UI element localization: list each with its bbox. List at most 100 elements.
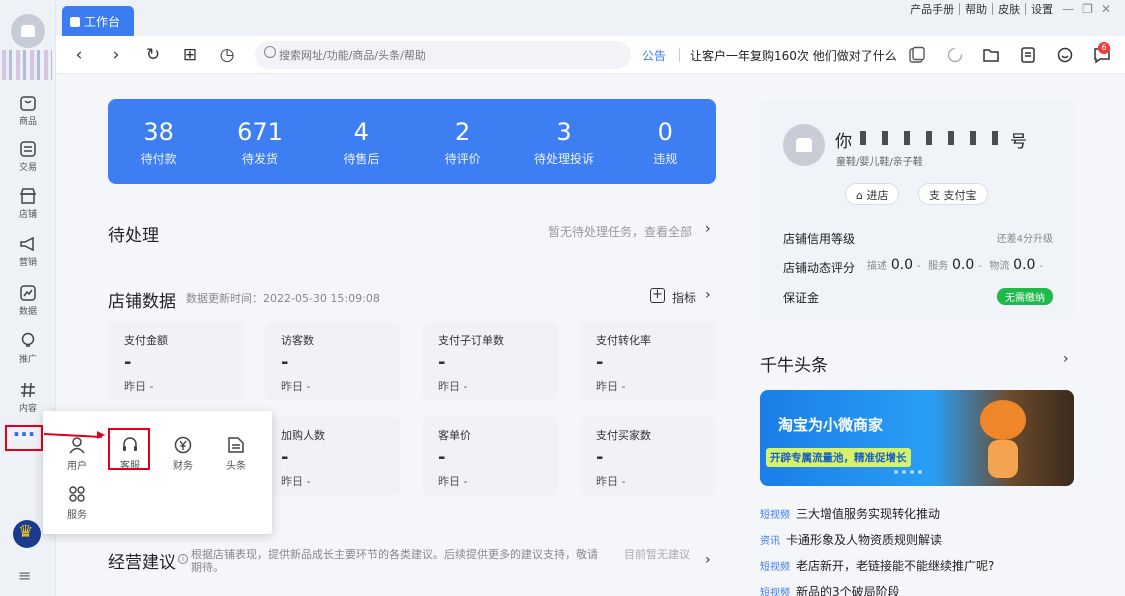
news-item[interactable]: 短视频 老店新开，老链接能不能继续推广呢? [760, 557, 994, 574]
chevron-right-icon[interactable]: › [705, 552, 711, 568]
document-icon[interactable] [1019, 46, 1037, 64]
forward-icon[interactable]: › [106, 45, 126, 65]
sidebar-item-label: 店铺 [18, 210, 37, 220]
skin-link[interactable]: 皮肤 [993, 1, 1025, 17]
sidebar-item-product[interactable]: 商品 [0, 94, 56, 127]
crown-icon[interactable] [13, 520, 41, 548]
metric-card[interactable]: 支付买家数 - 昨日 - [580, 417, 716, 495]
more-popup-menu: 用户 客服 财务 头条 服务 [43, 411, 272, 534]
minimize-icon[interactable]: — [1058, 2, 1078, 16]
smiley-icon[interactable] [1056, 46, 1074, 64]
chevron-right-icon[interactable]: › [705, 221, 711, 237]
search-input[interactable] [255, 41, 631, 69]
back-icon[interactable]: ‹ [69, 45, 89, 65]
advice-title: 经营建议 [108, 553, 176, 573]
folder-icon[interactable] [982, 46, 1000, 64]
settings-link[interactable]: 设置 [1026, 1, 1058, 17]
metric-card[interactable]: 支付金额 - 昨日 - [108, 322, 244, 400]
chevron-right-icon[interactable]: › [1063, 351, 1069, 367]
popup-item-user[interactable]: 用户 [57, 435, 97, 472]
announcement-tag[interactable]: 公告 [642, 47, 666, 64]
sidebar-item-data[interactable]: 数据 [0, 284, 56, 317]
history-clock-icon[interactable]: ◷ [217, 45, 237, 65]
sidebar-item-label: 内容 [18, 404, 37, 414]
stat-violations[interactable]: 0 违规 [615, 99, 716, 184]
sidebar-item-content[interactable]: 内容 [0, 381, 56, 414]
carousel-dots[interactable] [894, 470, 922, 474]
popup-item-service[interactable]: 服务 [57, 484, 97, 521]
help-link[interactable]: 帮助 [960, 1, 992, 17]
metric-card[interactable]: 加购人数 - 昨日 - [265, 417, 401, 495]
bulb-icon [19, 332, 37, 350]
user-avatar[interactable] [11, 14, 45, 48]
shop-info-panel: 你号 童鞋/婴儿鞋/亲子鞋 ⌂ 进店 支 支付宝 店铺信用等级 还差4分升级 店… [760, 99, 1074, 319]
popup-item-finance[interactable]: 财务 [163, 435, 203, 472]
product-manual-link[interactable]: 产品手册 [905, 1, 959, 17]
data-chart-icon [19, 284, 37, 302]
enter-shop-button[interactable]: ⌂ 进店 [845, 183, 900, 205]
sidebar-item-shop[interactable]: 店铺 [0, 187, 56, 220]
hamburger-menu-icon[interactable]: ≡ [18, 566, 31, 585]
sidebar-item-marketing[interactable]: 营销 [0, 235, 56, 268]
blurred-username [2, 50, 52, 80]
grid-circles-icon [69, 486, 85, 502]
user-icon [69, 437, 85, 454]
close-icon[interactable]: ✕ [1097, 2, 1115, 16]
popup-item-headlines[interactable]: 头条 [216, 435, 256, 472]
blurred-shop-name [860, 131, 1010, 145]
tab-workbench[interactable]: 工作台 [62, 6, 134, 36]
product-icon [19, 94, 37, 112]
loading-circle-icon[interactable] [946, 46, 964, 64]
customer-service-highlight [108, 428, 150, 470]
news-item[interactable]: 短视频 新品的3个破局阶段 [760, 583, 900, 596]
stat-pending-payment[interactable]: 38 待付款 [108, 99, 209, 184]
deposit-status-badge: 无需缴纳 [997, 288, 1053, 305]
more-menu-button[interactable]: ··· [5, 424, 43, 451]
sidebar-item-promotion[interactable]: 推广 [0, 332, 56, 365]
sidebar-item-trade[interactable]: 交易 [0, 140, 56, 173]
indicator-link[interactable]: 指标 [672, 289, 696, 306]
info-icon[interactable]: i [178, 554, 188, 564]
news-item[interactable]: 短视频 三大增值服务实现转化推动 [760, 505, 940, 522]
message-badge: 6 [1098, 42, 1110, 54]
alipay-icon: 支 [929, 189, 944, 202]
pending-view-all-link[interactable]: 暂无待处理任务，查看全部 [548, 223, 692, 240]
deposit-row: 保证金 无需缴纳 [783, 288, 1053, 306]
shop-icon: ⌂ [856, 189, 867, 202]
shop-data-title: 店铺数据 [108, 292, 176, 312]
trade-icon [19, 140, 37, 158]
add-indicator-icon[interactable]: + [650, 288, 665, 303]
alipay-button[interactable]: 支 支付宝 [918, 183, 988, 205]
metric-card[interactable]: 访客数 - 昨日 - [265, 322, 401, 400]
article-icon [228, 437, 244, 453]
annotation-arrow-head [97, 431, 105, 439]
yen-icon [174, 436, 192, 454]
restore-icon[interactable]: ❐ [1078, 2, 1097, 16]
stat-pending-shipment[interactable]: 671 待发货 [209, 99, 310, 184]
credit-row: 店铺信用等级 还差4分升级 [783, 232, 1053, 246]
metric-card[interactable]: 客单价 - 昨日 - [422, 417, 558, 495]
promo-banner[interactable]: 淘宝为小微商家 开辟专属流量池，精准促增长 [760, 390, 1074, 486]
toolbar: ‹ › ↻ ⊞ ◷ 公告 让客户一年复购160次 他们做对了什么 [56, 36, 1125, 74]
stat-pending-review[interactable]: 2 待评价 [412, 99, 513, 184]
news-item[interactable]: 资讯 卡通形象及人物资质规则解读 [760, 531, 942, 548]
shop-avatar[interactable] [783, 124, 825, 166]
metric-card[interactable]: 支付转化率 - 昨日 - [580, 322, 716, 400]
refresh-icon[interactable]: ↻ [143, 45, 163, 65]
hash-icon [19, 381, 37, 399]
new-tab-icon[interactable]: ⊞ [180, 45, 200, 65]
advice-description: 根据店铺表现，提供新品成长主要环节的各类建议。后续提供更多的建议支持，敬请期待。 [191, 548, 598, 574]
announcement-text[interactable]: 让客户一年复购160次 他们做对了什么 [690, 47, 897, 64]
update-time: 数据更新时间：2022-05-30 15:09:08 [186, 292, 380, 305]
sidebar-item-label: 数据 [18, 307, 37, 317]
sidebar-item-label: 推广 [18, 355, 37, 365]
stat-complaints[interactable]: 3 待处理投诉 [513, 99, 614, 184]
shop-category: 童鞋/婴儿鞋/亲子鞋 [836, 157, 923, 168]
metric-card[interactable]: 支付子订单数 - 昨日 - [422, 322, 558, 400]
chevron-right-icon[interactable]: › [705, 287, 711, 303]
clipboard-icon[interactable] [908, 46, 926, 64]
sidebar-item-label: 商品 [18, 117, 37, 127]
home-icon [70, 17, 80, 27]
mascot-illustration [978, 400, 1028, 480]
stat-after-sales[interactable]: 4 待售后 [311, 99, 412, 184]
